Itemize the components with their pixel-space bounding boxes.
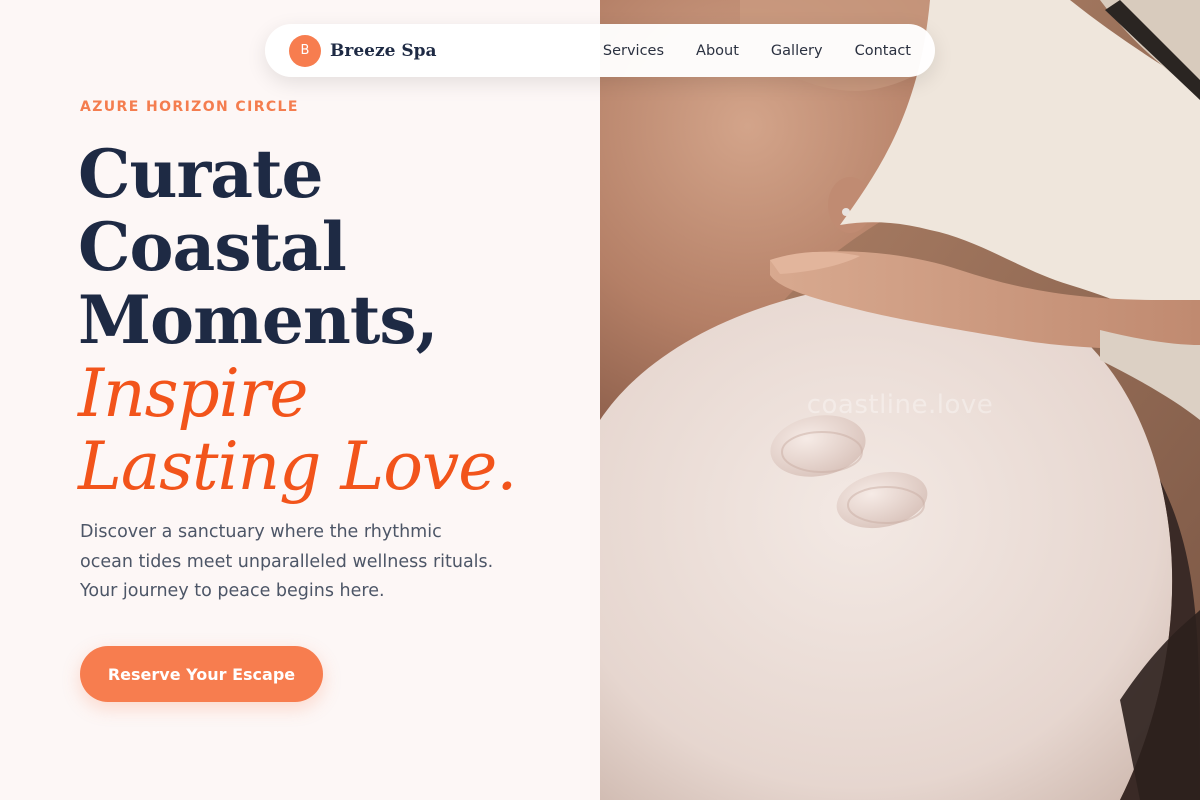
top-navbar: B Breeze Spa Services About Gallery Cont…	[265, 24, 935, 77]
nav-link-gallery[interactable]: Gallery	[771, 43, 823, 59]
nav-link-services[interactable]: Services	[603, 43, 664, 59]
nav-link-contact[interactable]: Contact	[855, 43, 911, 59]
hero-headline: Curate Coastal Moments, Inspire Lasting …	[78, 135, 598, 505]
page: AZURE HORIZON CIRCLE Curate Coastal Mome…	[0, 0, 1200, 800]
headline-line: Coastal	[78, 208, 347, 286]
photo-watermark: coastline.love	[806, 390, 994, 420]
nav-link-about[interactable]: About	[696, 43, 739, 59]
hero-description: Discover a sanctuary where the rhythmic …	[80, 522, 494, 601]
brand-badge-icon: B	[289, 34, 321, 67]
headline-line: Curate	[78, 135, 324, 213]
reserve-escape-button[interactable]: Reserve Your Escape	[80, 646, 323, 702]
headline-accent-line: Inspire	[78, 355, 308, 432]
hero-left-panel: AZURE HORIZON CIRCLE Curate Coastal Mome…	[0, 0, 600, 800]
headline-accent-line: Lasting Love.	[78, 428, 517, 505]
brand-name: Breeze Spa	[330, 40, 437, 61]
nav-links: Services About Gallery Contact	[603, 43, 911, 59]
headline-line: Moments,	[78, 281, 439, 359]
hero-eyebrow: AZURE HORIZON CIRCLE	[80, 99, 299, 115]
brand-logo-link[interactable]: B Breeze Spa	[289, 34, 437, 67]
